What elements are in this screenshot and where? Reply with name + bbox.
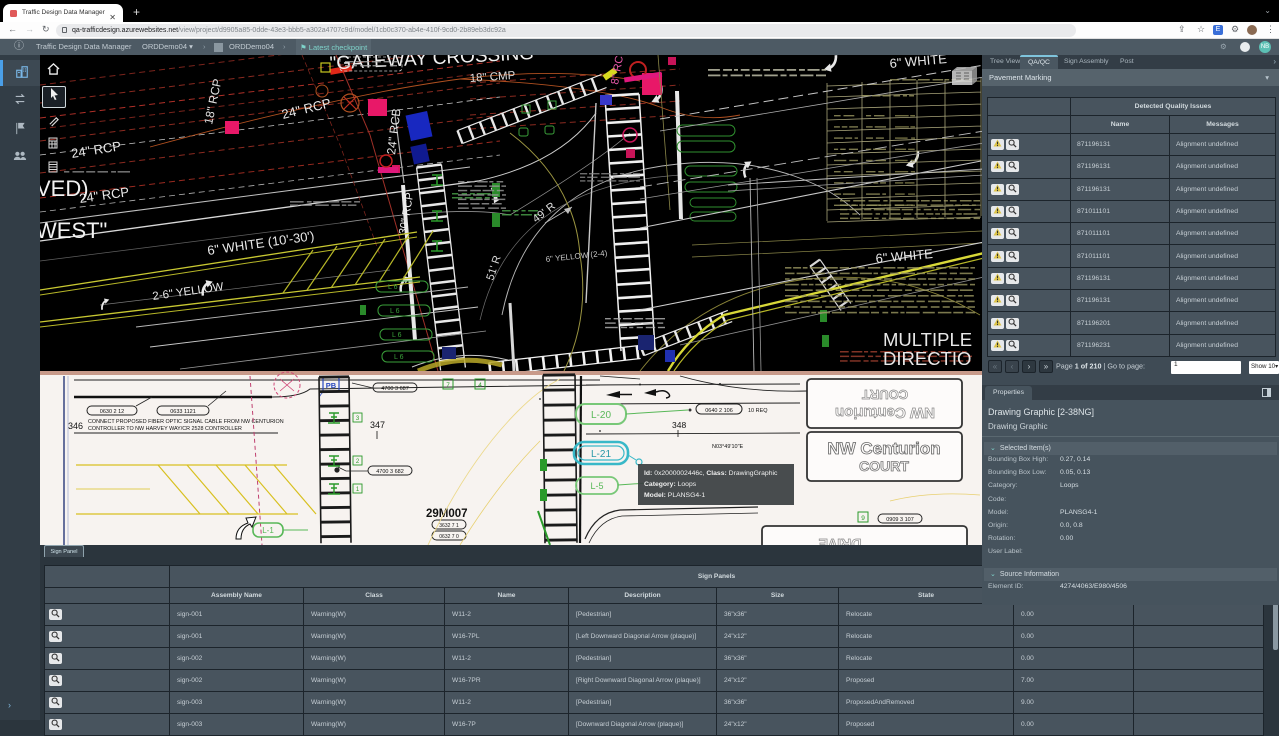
svg-text:N03°49'10"E: N03°49'10"E [712,444,744,450]
svg-text:MULTIPLE: MULTIPLE [883,329,972,350]
svg-text:51' R: 51' R [484,254,503,282]
svg-text:1: 1 [356,487,360,493]
svg-text:0909 3 107: 0909 3 107 [886,517,914,523]
svg-text:30" RCP: 30" RCP [397,192,416,236]
svg-text:49' R: 49' R [530,200,557,225]
svg-text:7: 7 [446,382,450,389]
svg-text:CONNECT PROPOSED FIBER OPTIC S: CONNECT PROPOSED FIBER OPTIC SIGNAL CABL… [88,419,284,425]
svg-text:4: 4 [478,382,482,389]
svg-text:WEST": WEST" [40,218,107,243]
svg-text:24" RCB: 24" RCB [384,108,404,156]
svg-text:348: 348 [672,420,686,430]
svg-text:COURT: COURT [862,387,908,402]
svg-text:2: 2 [356,459,360,465]
svg-text:0640 2 106: 0640 2 106 [705,408,733,414]
svg-text:4700 3 682: 4700 3 682 [376,469,404,475]
svg-text:L 6: L 6 [390,308,400,315]
svg-text:CONTROLLER TO NW HARVEY WAY/CR: CONTROLLER TO NW HARVEY WAY/CR 2528 CONT… [88,426,242,432]
svg-text:L-5: L-5 [590,481,603,491]
svg-text:3: 3 [356,416,360,422]
svg-text:L 6: L 6 [392,332,402,339]
svg-text:6" WHITE (10'-30'): 6" WHITE (10'-30') [206,228,315,258]
svg-text:DIRECTIO: DIRECTIO [883,348,971,369]
svg-text:29M007: 29M007 [426,508,468,520]
svg-text:6" WHITE: 6" WHITE [875,246,934,266]
svg-text:L-21: L-21 [591,449,611,460]
svg-text:0632 7 0: 0632 7 0 [439,534,459,540]
svg-text:8" RC: 8" RC [609,55,626,86]
svg-text:24" RCP: 24" RCP [280,95,332,122]
svg-text:2-6" YELLOW: 2-6" YELLOW [152,281,225,303]
svg-text:4700 3 687: 4700 3 687 [381,386,409,392]
svg-text:346: 346 [68,421,83,431]
svg-text:L 6: L 6 [394,354,404,361]
svg-text:347: 347 [370,420,385,430]
svg-text:3632 7 1: 3632 7 1 [439,523,459,529]
svg-text:0630 2 12: 0630 2 12 [100,409,124,415]
svg-text:6" YELLOW (2-4): 6" YELLOW (2-4) [545,249,608,264]
svg-text:DRIVE: DRIVE [819,536,862,545]
svg-text:PB: PB [326,381,337,390]
svg-text:L-20: L-20 [591,410,611,421]
svg-text:COURT: COURT [859,458,909,474]
svg-text:L-1: L-1 [262,526,274,535]
svg-text:0633 1121: 0633 1121 [170,409,196,415]
svg-text:9: 9 [861,515,865,522]
svg-text:NW Centurion: NW Centurion [827,439,940,458]
svg-text:NW Centurion: NW Centurion [835,404,935,421]
svg-text:L 6: L 6 [388,284,398,291]
svg-text:18" CMP: 18" CMP [469,70,516,85]
svg-text:6" WHITE: 6" WHITE [889,55,948,71]
svg-text:24" RCP: 24" RCP [70,138,122,161]
svg-text:10 REQ: 10 REQ [748,408,768,414]
